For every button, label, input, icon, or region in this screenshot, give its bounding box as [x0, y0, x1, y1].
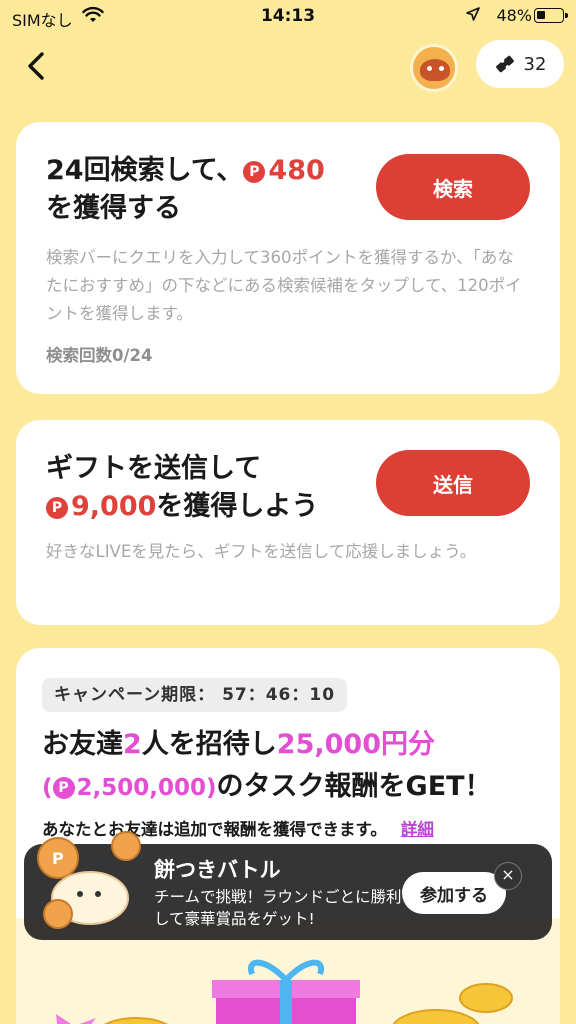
svg-text:P: P [52, 849, 64, 868]
gift-task-description: 好きなLIVEを見たら、ギフトを送信して応援しましょう。 [46, 542, 477, 561]
campaign-countdown: キャンペーン期限： 57：46：10 [42, 678, 348, 712]
event-title: 餅つきバトル [154, 858, 281, 882]
ticket-count: 32 [523, 53, 547, 75]
event-description: チームで挑戦！ラウンドごとに勝利して豪華賞品をゲット! [154, 888, 402, 928]
status-bar: SIMなし 14:13 48% [0, 0, 576, 34]
search-button[interactable]: 検索 [376, 154, 530, 220]
clock: 14:13 [260, 6, 316, 26]
battery-icon [534, 8, 568, 23]
ticket-icon [495, 55, 514, 73]
gift-task-title: ギフトを送信して P 9,000を獲得しよう [46, 453, 319, 522]
point-coin-icon: P [243, 161, 266, 183]
search-count: 検索回数0/24 [46, 346, 153, 365]
ticket-count-button[interactable]: 32 [476, 40, 564, 88]
send-gift-button[interactable]: 送信 [376, 450, 530, 516]
search-task-description: 検索バーにクエリを入力して360ポイントを獲得するか、「あなたにおすすめ」の下な… [46, 248, 522, 323]
avatar[interactable] [410, 44, 458, 92]
point-coin-icon: P [52, 777, 75, 799]
search-task-card: 24回検索して、 P 480 を獲得する 検索 検索バーにクエリを入力して360ポイ… [16, 122, 560, 394]
back-chevron-icon[interactable] [22, 50, 50, 82]
point-coin-icon: P [46, 497, 68, 519]
mochi-mascot-icon: P [37, 831, 141, 929]
location-arrow-icon [466, 7, 480, 21]
detail-link[interactable]: 詳細 [401, 820, 434, 839]
search-task-title: 24回検索して、 P 480 を獲得する [46, 155, 325, 224]
gift-task-card: ギフトを送信して P 9,000を獲得しよう 送信 好きなLIVEを見たら、ギフト… [16, 420, 560, 625]
invite-title: お友達2人を招待し25,000円分 (P 2,500,000)のタスク報酬をGET… [42, 729, 492, 802]
join-event-button[interactable]: 参加する [402, 872, 506, 914]
event-banner[interactable]: P 餅つきバトル チームで挑戦！ラウンドごとに勝利して豪華賞品をゲット! 参加す… [24, 831, 552, 940]
battery-percent: 48% [496, 6, 532, 25]
close-icon[interactable]: × [494, 862, 522, 890]
